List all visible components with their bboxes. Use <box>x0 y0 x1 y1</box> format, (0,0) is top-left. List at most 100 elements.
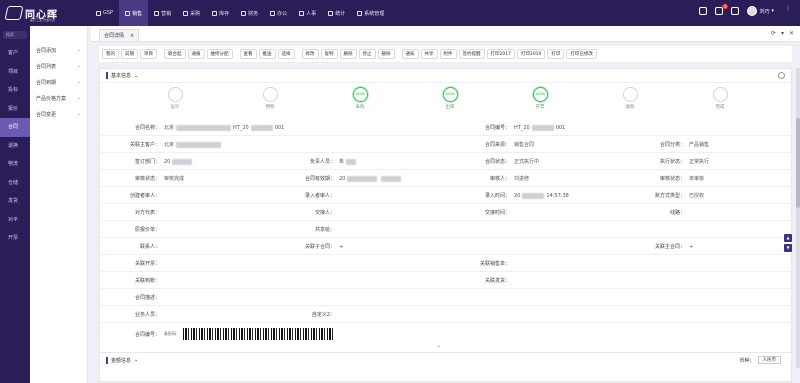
toolbar-button[interactable]: 签约提醒 <box>458 49 485 59</box>
toolbar-button[interactable]: 前期 <box>121 49 138 59</box>
chevron-down-icon[interactable]: ▾ <box>781 30 784 37</box>
message-icon[interactable] <box>731 7 740 15</box>
sidebar-item-3[interactable]: 报价 <box>0 100 30 119</box>
sidebar-item-6[interactable]: 物流 <box>0 155 30 174</box>
toolbar-button[interactable]: 打印2019 <box>516 49 546 59</box>
nav-item-2[interactable]: 营销 <box>148 0 177 26</box>
refresh-icon[interactable]: ⟳ <box>771 30 776 37</box>
toolbar-button[interactable]: 查看 <box>239 49 257 59</box>
sidebar-item-5[interactable]: 退换 <box>0 137 30 156</box>
basic-info-panel: 基本信息 ⌄ 设计 预购 100% 采购 100% 出库 100% 开票 收款 完成 合同名称： … <box>99 68 793 358</box>
nav-item-8[interactable]: 统计 <box>322 0 351 26</box>
user-menu[interactable]: 刘巧 ▾ <box>747 6 774 16</box>
tab-label: 合同详情 <box>104 33 125 39</box>
barcode-label: 合同编号： <box>134 331 160 338</box>
toolbar-button[interactable]: 停止 <box>358 49 376 59</box>
sidebar-item-10[interactable]: 开票 <box>0 229 30 248</box>
logo-icon <box>4 6 24 20</box>
toolbar-button[interactable]: 推送 <box>258 49 276 59</box>
nav-item-7[interactable]: 人事 <box>293 0 322 26</box>
form-row: 合同名称： 北京 HT_20 001 合同编号： HT_20 001 <box>100 119 793 136</box>
tab-contract-detail[interactable]: 合同详情 × <box>99 29 140 41</box>
progress-step: 设计 <box>155 87 195 110</box>
entry-time-label: 录入时间： <box>484 193 510 199</box>
submenu-item[interactable]: 合同列表 ⌄ <box>30 58 87 74</box>
toolbar-button[interactable]: 复制 <box>320 49 338 59</box>
toolbar-button[interactable]: 附件 <box>439 49 457 59</box>
step-circle <box>712 87 728 102</box>
toolbar-button[interactable]: 通知 <box>401 49 419 59</box>
toolbar-button[interactable]: 通报 <box>187 49 205 59</box>
progress-step: 完成 <box>700 87 740 110</box>
toolbar-button[interactable]: 选择 <box>277 49 295 59</box>
submenu-item[interactable]: 合同添加 ⌄ <box>30 42 87 58</box>
submenu-item[interactable]: 合同到期 ⌄ <box>30 74 87 90</box>
currency-select[interactable]: 人民币 <box>757 356 781 364</box>
sidebar-item-4[interactable]: 合同 <box>0 118 30 137</box>
toolbar-button[interactable]: 打印2017 <box>486 49 515 59</box>
form-row: 原报价单： 共享给： <box>100 221 793 238</box>
toolbar-button[interactable]: 项目 <box>140 49 157 59</box>
scrollbar[interactable] <box>796 68 800 368</box>
sidebar-item-9[interactable]: 对平 <box>0 211 30 230</box>
add-main-contract-button[interactable]: + <box>685 238 693 255</box>
arrow-down-icon[interactable]: ▼ <box>784 244 792 252</box>
nav-label: GSP <box>103 10 114 16</box>
close-icon[interactable]: × <box>130 33 134 39</box>
nav-item-0[interactable]: GSP <box>90 0 119 26</box>
scrollbar-thumb[interactable] <box>796 118 800 208</box>
step-circle <box>167 87 183 102</box>
sidebar-item-1[interactable]: 项目 <box>0 63 30 82</box>
add-sub-contract-button[interactable]: + <box>335 238 343 255</box>
contract-no-value: HT_20 001 <box>514 124 566 131</box>
notification-bell-icon[interactable]: 4 <box>715 4 729 15</box>
sidebar-item-2[interactable]: 投标 <box>0 81 30 100</box>
arrow-up-icon[interactable]: ▲ <box>784 234 792 242</box>
panel-header: 金额信息 ⌄ 币种： 人民币 <box>100 353 791 367</box>
pay-type-label: 账方式类型： <box>654 193 685 199</box>
related-customer-value: 北京 <box>160 136 223 153</box>
nav-item-1[interactable]: 销售 <box>119 0 149 26</box>
toolbar-button[interactable]: 打印 <box>547 49 565 59</box>
custom-field-label: 自定义2： <box>311 312 335 318</box>
sidebar-item-0[interactable]: 客户 <box>0 44 30 63</box>
amount-info-panel: 金额信息 ⌄ 币种： 人民币 <box>99 352 792 382</box>
gear-icon[interactable] <box>778 72 785 79</box>
app-logo[interactable]: 同心晖 医疗工业·仓储平台 <box>4 3 66 23</box>
progress-step: 100% 出库 <box>430 87 470 110</box>
collapse-up-icon[interactable]: ⌃ <box>436 345 441 352</box>
form-row: 创建者审人： 录入者审人： 录入时间： 20 14:57:38 账方式类型： 已授… <box>100 187 793 204</box>
sidebar-search[interactable]: 搜索 <box>3 31 27 39</box>
toolbar-button[interactable]: 删除 <box>339 49 357 59</box>
submenu-header <box>30 26 87 42</box>
step-label: 收款 <box>625 105 635 110</box>
submenu-label: 产品价格方案 <box>36 95 67 102</box>
home-icon[interactable] <box>699 7 708 15</box>
chevron-down-icon[interactable]: ⌄ <box>134 73 138 79</box>
nav-item-4[interactable]: 库存 <box>206 0 235 26</box>
nav-item-3[interactable]: 采购 <box>177 0 206 26</box>
main-nav: GSP 销售 营销 采购 库存 财务 办公 人事 统计 系统管理 <box>90 0 390 26</box>
step-label: 预购 <box>265 105 275 110</box>
chevron-down-icon[interactable]: ⌄ <box>134 357 138 363</box>
form-row: 合同编号： 条形码： <box>100 323 793 345</box>
toolbar-button[interactable]: 修改 <box>301 49 319 59</box>
username: 刘巧 <box>759 8 770 15</box>
submenu-item[interactable]: 合同变更 ⌄ <box>30 106 87 122</box>
collapse-icon[interactable]: ⋮ <box>785 5 791 12</box>
toolbar-button[interactable]: 共享 <box>420 49 438 59</box>
nav-item-6[interactable]: 办公 <box>264 0 293 26</box>
chevron-down-icon: ⌄ <box>76 95 81 101</box>
close-all-icon[interactable]: ✕ <box>789 30 794 37</box>
sidebar-item-8[interactable]: 发货 <box>0 192 30 211</box>
toolbar-button[interactable]: 联合起 <box>164 49 186 59</box>
nav-item-5[interactable]: 财务 <box>235 0 264 26</box>
toolbar-button[interactable]: 删除 <box>377 49 395 59</box>
toolbar-button[interactable]: 维修分配 <box>206 49 233 59</box>
nav-item-9[interactable]: 系统管理 <box>351 0 390 26</box>
toolbar-button[interactable]: 打印已修改 <box>566 49 597 59</box>
toolbar-button[interactable]: 我的 <box>102 49 119 59</box>
submenu-item[interactable]: 产品价格方案 ⌄ <box>30 90 87 106</box>
sidebar-item-7[interactable]: 仓储 <box>0 174 30 193</box>
exec-status-value: 正常执行 <box>689 159 710 165</box>
